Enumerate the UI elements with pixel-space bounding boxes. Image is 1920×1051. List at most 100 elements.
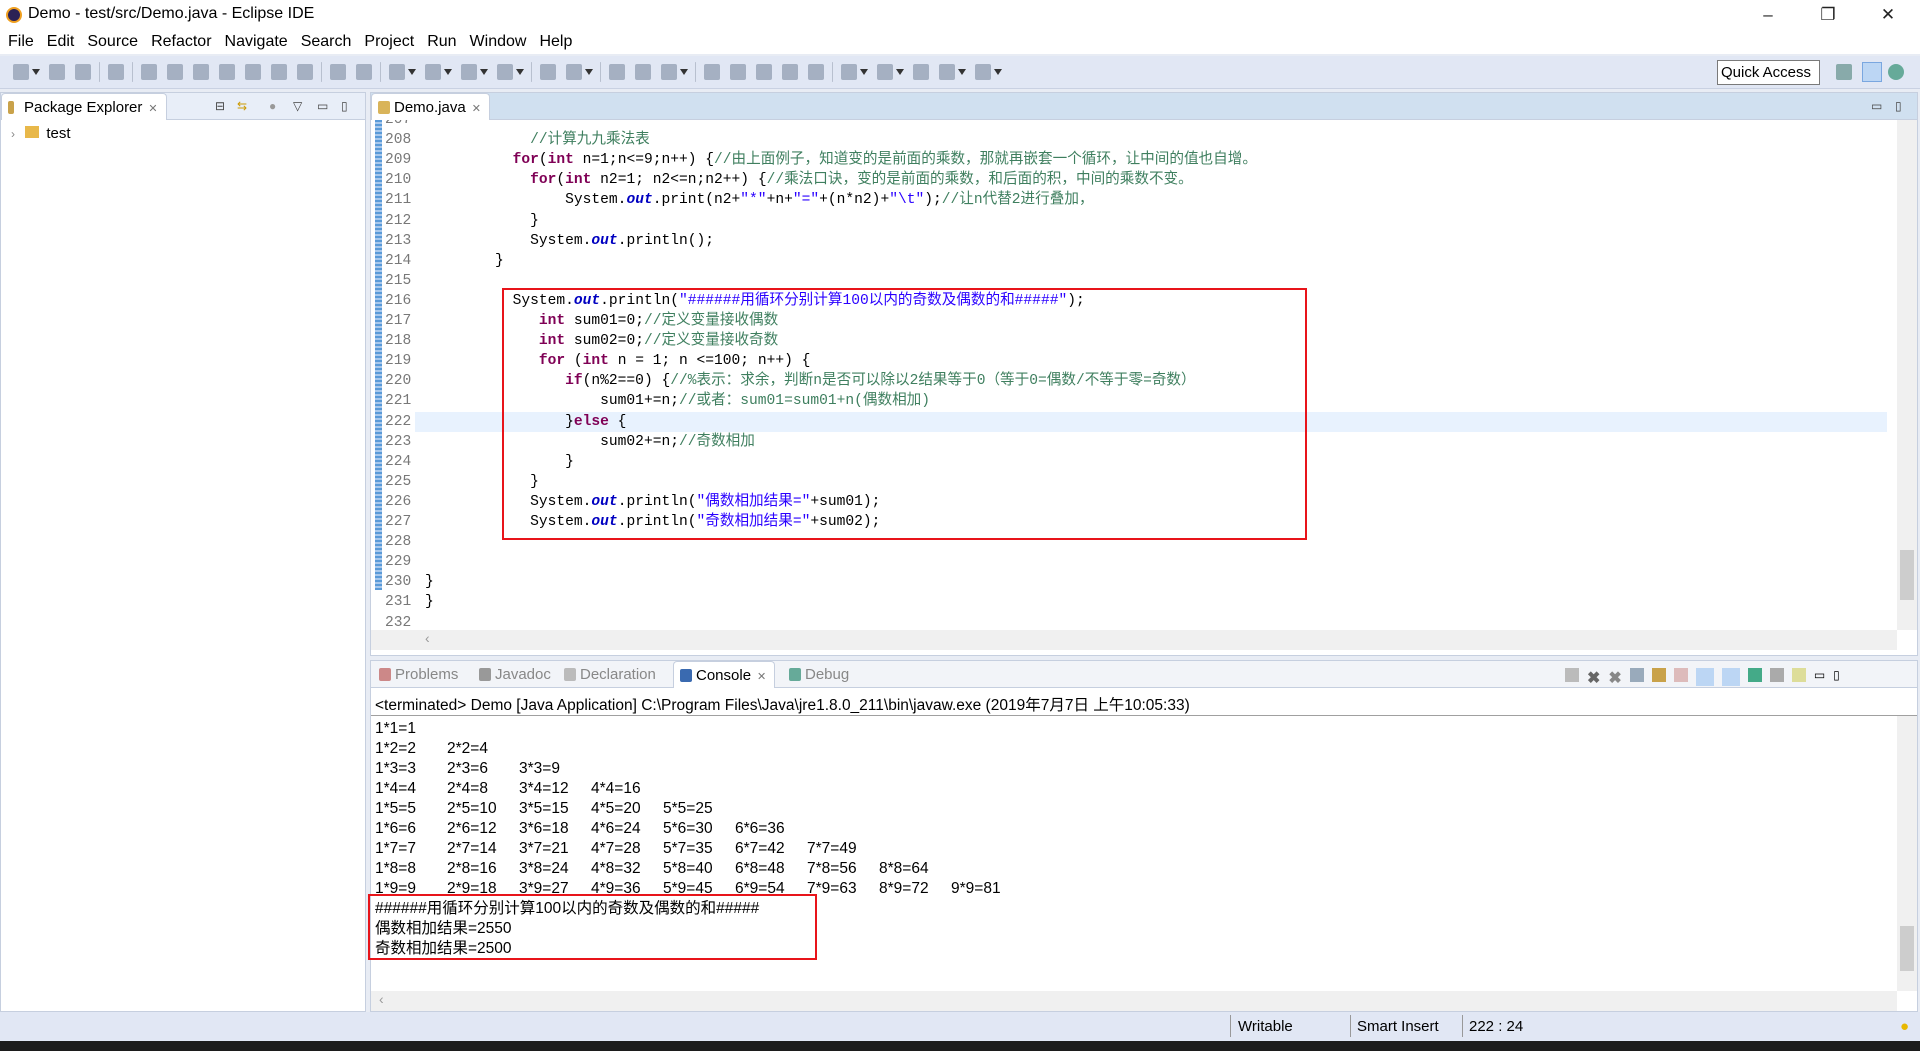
restore-button[interactable]: ❐ — [1808, 2, 1848, 28]
drop-to-frame-icon[interactable] — [330, 64, 346, 80]
code-line[interactable]: } — [425, 211, 539, 231]
close-icon[interactable]: ✕ — [148, 103, 157, 115]
debug-icon[interactable] — [389, 64, 405, 80]
dropdown-arrow-icon[interactable] — [994, 69, 1002, 75]
tab-debug[interactable]: Debug — [783, 661, 857, 688]
close-icon[interactable]: ✕ — [757, 671, 766, 683]
close-icon[interactable]: ✕ — [472, 103, 481, 115]
search-icon[interactable] — [661, 64, 677, 80]
external-tools-icon[interactable] — [497, 64, 513, 80]
expand-chevron-icon[interactable]: › — [11, 127, 15, 141]
link-with-editor-icon[interactable]: ⇆ — [237, 99, 247, 113]
code-line[interactable]: System.out.println("奇数相加结果="+sum02); — [425, 512, 880, 532]
code-area[interactable]: 207 208 //计算九九乘法表 209 for(int n=1;n<=9;n++… — [371, 120, 1887, 629]
dropdown-arrow-icon[interactable] — [896, 69, 904, 75]
word-wrap-icon[interactable] — [782, 64, 798, 80]
code-line[interactable]: System.out.println("######用循环分别计算100以内的奇… — [425, 291, 1085, 311]
mark-occurrences-icon[interactable] — [730, 64, 746, 80]
step-over-icon[interactable] — [271, 64, 287, 80]
tip-lightbulb-icon[interactable]: ● — [1900, 1018, 1909, 1035]
back-icon[interactable] — [939, 64, 955, 80]
tab-problems[interactable]: Problems — [373, 661, 466, 688]
menu-refactor[interactable]: Refactor — [151, 30, 211, 54]
dropdown-arrow-icon[interactable] — [585, 69, 593, 75]
maximize-icon[interactable]: ▯ — [1833, 668, 1840, 688]
new-java-class-icon[interactable] — [566, 64, 582, 80]
last-edit-icon[interactable] — [913, 64, 929, 80]
new-icon[interactable] — [13, 64, 29, 80]
code-line[interactable]: //计算九九乘法表 — [425, 130, 650, 150]
debug-perspective-icon[interactable] — [1888, 64, 1904, 80]
forward-icon[interactable] — [975, 64, 991, 80]
minimize-icon[interactable]: ▭ — [1814, 668, 1825, 688]
step-return-icon[interactable] — [297, 64, 313, 80]
remove-all-terminated-icon[interactable]: ✖ — [1608, 668, 1621, 688]
remove-launch-icon[interactable]: ✖ — [1587, 668, 1600, 688]
display-console-icon[interactable] — [1769, 668, 1784, 682]
step-into-icon[interactable] — [245, 64, 261, 80]
menu-file[interactable]: File — [8, 30, 34, 54]
quick-access-input[interactable]: Quick Access — [1717, 60, 1820, 85]
menu-navigate[interactable]: Navigate — [225, 30, 288, 54]
tab-console[interactable]: Console ✕ — [673, 661, 776, 688]
scroll-lock-icon[interactable] — [1651, 668, 1666, 682]
code-line[interactable]: int sum02=0;//定义变量接收奇数 — [425, 331, 778, 351]
menu-help[interactable]: Help — [539, 30, 572, 54]
code-line[interactable]: } — [425, 572, 434, 592]
dropdown-arrow-icon[interactable] — [680, 69, 688, 75]
code-line[interactable]: sum01+=n;//或者：sum01=sum01+n(偶数相加) — [425, 391, 930, 411]
close-button[interactable]: ✕ — [1868, 2, 1908, 28]
menu-window[interactable]: Window — [470, 30, 527, 54]
minimize-icon[interactable]: ▭ — [317, 99, 328, 113]
previous-annotation-icon[interactable] — [877, 64, 893, 80]
dropdown-arrow-icon[interactable] — [32, 69, 40, 75]
console-horizontal-scrollbar[interactable]: ‹ — [371, 991, 1897, 1011]
show-on-stderr-icon[interactable] — [1721, 668, 1740, 686]
clear-console-icon[interactable] — [1629, 668, 1644, 682]
tab-demo-java[interactable]: Demo.java ✕ — [371, 93, 490, 120]
code-line[interactable]: } — [425, 592, 434, 612]
save-all-icon[interactable] — [75, 64, 91, 80]
suspend-icon[interactable] — [167, 64, 183, 80]
code-line[interactable]: if(n%2==0) {//%表示：求余，判断n是否可以除以2结果等于0（等于0… — [425, 371, 1196, 391]
menu-source[interactable]: Source — [87, 30, 138, 54]
open-console-icon[interactable] — [1791, 668, 1806, 682]
maximize-icon[interactable]: ▯ — [341, 99, 348, 113]
code-line[interactable]: sum02+=n;//奇数相加 — [425, 432, 755, 452]
skip-breakpoints-icon[interactable] — [108, 64, 124, 80]
tab-javadoc[interactable]: Javadoc — [473, 661, 559, 688]
word-wrap-icon[interactable] — [1673, 668, 1688, 682]
filters-icon[interactable]: ● — [269, 99, 276, 113]
tab-package-explorer[interactable]: Package Explorer ✕ — [1, 93, 167, 120]
code-line[interactable]: System.out.println(); — [425, 231, 714, 251]
resume-icon[interactable] — [141, 64, 157, 80]
dropdown-arrow-icon[interactable] — [958, 69, 966, 75]
disconnect-icon[interactable] — [219, 64, 235, 80]
tab-declaration[interactable]: Declaration — [558, 661, 664, 688]
dropdown-arrow-icon[interactable] — [480, 69, 488, 75]
show-on-stdout-icon[interactable] — [1695, 668, 1714, 686]
coverage-icon[interactable] — [461, 64, 477, 80]
code-line[interactable]: for (int n = 1; n <=100; n++) { — [425, 351, 811, 371]
menu-run[interactable]: Run — [427, 30, 456, 54]
code-line[interactable]: } — [425, 472, 539, 492]
pin-console-icon[interactable] — [1747, 668, 1762, 682]
minimize-icon[interactable]: ▭ — [1871, 99, 1882, 113]
menu-edit[interactable]: Edit — [47, 30, 75, 54]
open-task-icon[interactable] — [635, 64, 651, 80]
tree-item-test[interactable]: › test — [11, 125, 71, 142]
open-type-icon[interactable] — [609, 64, 625, 80]
dropdown-arrow-icon[interactable] — [516, 69, 524, 75]
toggle-breadcrumb-icon[interactable] — [704, 64, 720, 80]
code-line[interactable]: System.out.println("偶数相加结果="+sum01); — [425, 492, 880, 512]
console-vertical-scrollbar[interactable] — [1897, 716, 1917, 991]
code-line[interactable]: int sum01=0;//定义变量接收偶数 — [425, 311, 778, 331]
maximize-icon[interactable]: ▯ — [1895, 99, 1902, 113]
code-line[interactable]: for(int n=1;n<=9;n++) {//由上面例子，知道变的是前面的乘… — [425, 150, 1257, 170]
collapse-all-icon[interactable]: ⊟ — [215, 99, 225, 113]
next-annotation-icon[interactable] — [841, 64, 857, 80]
terminate-icon[interactable] — [193, 64, 209, 80]
dropdown-arrow-icon[interactable] — [408, 69, 416, 75]
code-line[interactable]: } — [425, 452, 574, 472]
menu-project[interactable]: Project — [364, 30, 414, 54]
